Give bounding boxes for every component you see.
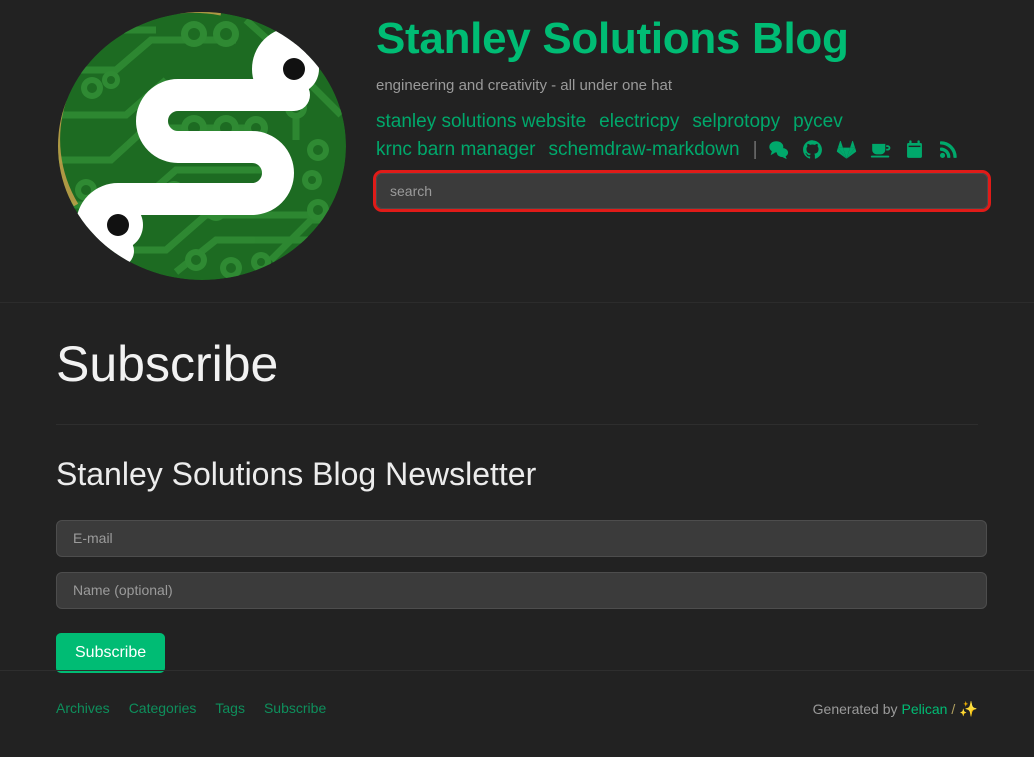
site-header: Stanley Solutions Blog engineering and c… [0, 0, 1034, 303]
header-text-block: Stanley Solutions Blog engineering and c… [373, 14, 994, 212]
newsletter-heading: Stanley Solutions Blog Newsletter [56, 455, 537, 492]
gitlab-icon-glyph [836, 140, 856, 159]
nav-link-electricpy[interactable]: electricpy [599, 111, 679, 133]
site-footer: Archives Categories Tags Subscribe Gener… [0, 670, 1034, 757]
search-container [373, 169, 991, 212]
coffee-icon[interactable] [870, 139, 891, 160]
nav-row-primary: stanley solutions website electricpy sel… [376, 111, 994, 133]
footer-link-subscribe[interactable]: Subscribe [264, 700, 326, 716]
main-content: Subscribe Stanley Solutions Blog Newslet… [0, 303, 1034, 673]
footer-link-group: Archives Categories Tags Subscribe [56, 671, 326, 716]
nav-row-secondary: krnc barn manager schemdraw-markdown | [376, 139, 994, 161]
rss-feed-icon-glyph [939, 141, 957, 159]
nav-link-krnc-barn-manager[interactable]: krnc barn manager [376, 139, 535, 161]
sparkles-icon: ✨ [959, 701, 978, 718]
nav-separator: | [752, 138, 758, 160]
calendar-icon[interactable] [904, 139, 925, 160]
email-field[interactable] [56, 519, 987, 557]
comments-icon[interactable] [768, 139, 789, 160]
rss-feed-icon[interactable] [938, 139, 959, 160]
nav-link-selprotopy[interactable]: selprotopy [692, 111, 780, 133]
nav-link-stanley-solutions-website[interactable]: stanley solutions website [376, 111, 586, 133]
footer-link-categories[interactable]: Categories [129, 700, 197, 716]
page-root: Stanley Solutions Blog engineering and c… [0, 0, 1034, 757]
site-title: Stanley Solutions Blog [376, 14, 849, 63]
footer-credit: Generated by Pelican / ✨ [813, 671, 978, 718]
comments-icon-glyph [768, 141, 788, 160]
page-title: Subscribe [56, 336, 279, 392]
site-logo-link[interactable] [56, 10, 348, 282]
site-navigation: stanley solutions website electricpy sel… [376, 111, 994, 161]
search-input[interactable] [376, 172, 988, 209]
nav-link-schemdraw-markdown[interactable]: schemdraw-markdown [548, 139, 739, 161]
name-field[interactable] [56, 571, 987, 609]
pcb-logo-icon [58, 12, 346, 280]
gitlab-icon[interactable] [836, 139, 857, 160]
nav-link-pycev[interactable]: pycev [793, 111, 843, 133]
credit-prefix-text: Generated by [812, 701, 898, 717]
coffee-icon-glyph [870, 143, 890, 158]
footer-link-archives[interactable]: Archives [56, 700, 110, 716]
github-icon-glyph [802, 140, 822, 159]
subscribe-button[interactable]: Subscribe [56, 632, 166, 673]
newsletter-subscribe-form: Subscribe [56, 519, 987, 673]
calendar-icon-glyph [906, 140, 922, 158]
github-icon[interactable] [802, 139, 823, 160]
credit-slash: / [951, 701, 956, 717]
site-tagline: engineering and creativity - all under o… [376, 76, 673, 94]
social-icon-row [768, 139, 959, 160]
pelican-link[interactable]: Pelican [902, 701, 948, 717]
footer-link-tags[interactable]: Tags [215, 700, 245, 716]
